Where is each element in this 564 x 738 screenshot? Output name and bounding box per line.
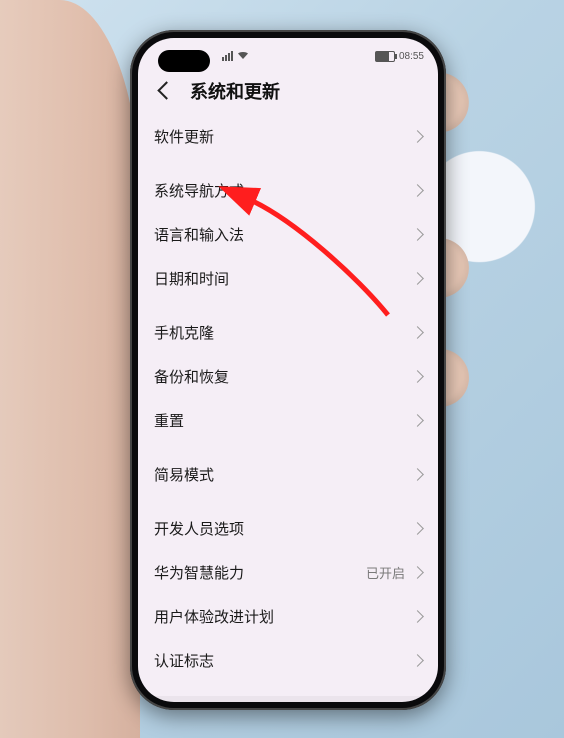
section-gap [154,158,422,168]
row-label: 系统导航方式 [154,180,405,201]
section-gap [154,300,422,310]
chevron-right-icon [411,326,424,339]
chevron-right-icon [411,414,424,427]
chevron-right-icon [411,566,424,579]
row-system-navigation[interactable]: 系统导航方式 [154,168,422,212]
chevron-right-icon [411,184,424,197]
row-label: 认证标志 [154,650,405,671]
phone-frame: 08:55 系统和更新 软件更新系统导航方式语言和输入法日期和时间手机克隆备份和… [130,30,446,710]
row-language-input[interactable]: 语言和输入法 [154,212,422,256]
chevron-right-icon [411,130,424,143]
row-label: 开发人员选项 [154,518,405,539]
row-developer-options[interactable]: 开发人员选项 [154,506,422,550]
row-label: 软件更新 [154,126,405,147]
signal-icon [222,51,233,61]
clock: 08:55 [399,51,424,62]
row-phone-clone[interactable]: 手机克隆 [154,310,422,354]
row-label: 日期和时间 [154,268,405,289]
page-title: 系统和更新 [190,78,280,104]
chevron-right-icon [411,654,424,667]
settings-list: 软件更新系统导航方式语言和输入法日期和时间手机克隆备份和恢复重置简易模式开发人员… [138,114,438,682]
battery-icon [375,51,395,62]
row-user-experience[interactable]: 用户体验改进计划 [154,594,422,638]
chevron-right-icon [411,610,424,623]
row-label: 用户体验改进计划 [154,606,405,627]
row-label: 重置 [154,410,405,431]
section-gap [154,442,422,452]
row-date-time[interactable]: 日期和时间 [154,256,422,300]
chevron-right-icon [411,522,424,535]
row-huawei-ai[interactable]: 华为智慧能力已开启 [154,550,422,594]
header: 系统和更新 [138,70,438,114]
chevron-right-icon [411,468,424,481]
row-backup-restore[interactable]: 备份和恢复 [154,354,422,398]
chevron-right-icon [411,272,424,285]
row-reset[interactable]: 重置 [154,398,422,442]
camera-punch-hole [158,50,210,72]
row-label: 备份和恢复 [154,366,405,387]
chevron-right-icon [411,370,424,383]
wifi-icon [237,50,249,63]
back-button[interactable] [154,80,176,102]
section-gap [154,496,422,506]
row-value: 已开启 [366,563,405,582]
chevron-right-icon [411,228,424,241]
row-label: 简易模式 [154,464,405,485]
search-other-settings[interactable]: 是否在寻找其他设置项？ [148,696,428,702]
row-software-update[interactable]: 软件更新 [154,114,422,158]
row-label: 语言和输入法 [154,224,405,245]
row-simple-mode[interactable]: 简易模式 [154,452,422,496]
row-label: 华为智慧能力 [154,562,366,583]
hand [0,0,140,738]
row-certification[interactable]: 认证标志 [154,638,422,682]
screen: 08:55 系统和更新 软件更新系统导航方式语言和输入法日期和时间手机克隆备份和… [138,38,438,702]
row-label: 手机克隆 [154,322,405,343]
